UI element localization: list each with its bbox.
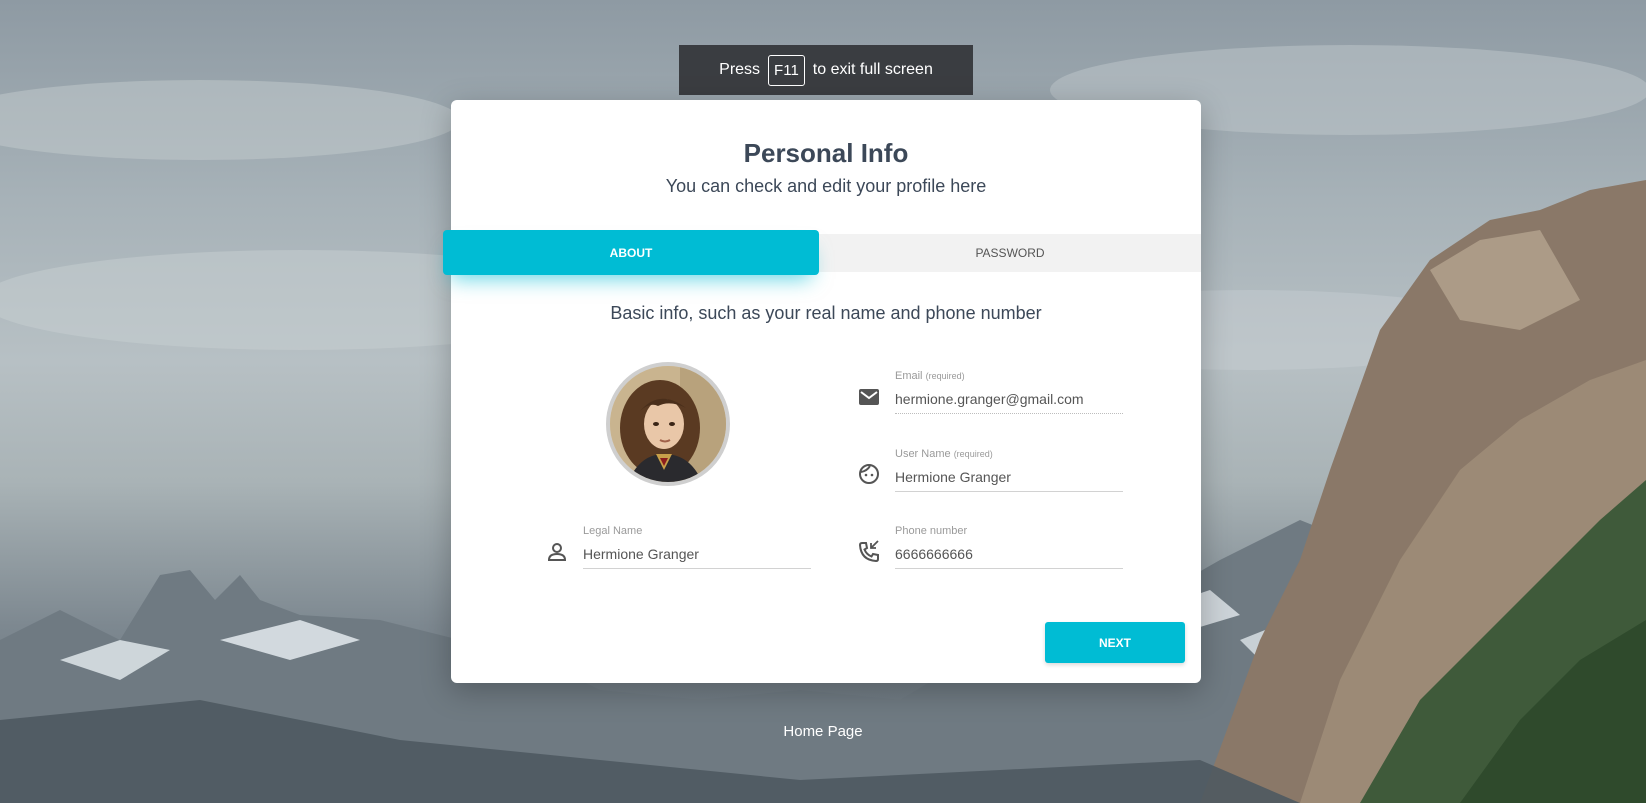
fullscreen-notice: Press F11 to exit full screen [679, 45, 973, 95]
phone-field: Phone number [895, 525, 1123, 569]
username-input[interactable] [895, 462, 1123, 492]
card-title: Personal Info [743, 138, 909, 168]
fullscreen-notice-suffix: to exit full screen [812, 61, 933, 78]
legal-name-field: Legal Name [583, 525, 811, 569]
fullscreen-notice-prefix: Press [719, 61, 761, 78]
mail-icon [859, 389, 879, 405]
card-subtitle: You can check and edit your profile here [665, 176, 987, 196]
legal-name-input[interactable] [583, 539, 811, 569]
tab-about[interactable]: ABOUT [443, 230, 819, 275]
phone-icon [858, 540, 879, 563]
email-label: Email (required) [895, 370, 965, 382]
next-button[interactable]: NEXT [1045, 622, 1185, 663]
phone-label: Phone number [895, 525, 968, 537]
username-field: User Name (required) [895, 448, 1123, 492]
tab-password[interactable]: PASSWORD [819, 234, 1201, 272]
avatar-photo [610, 366, 726, 482]
avatar[interactable] [606, 362, 730, 486]
f11-key-label: F11 [768, 54, 805, 86]
legal-name-label: Legal Name [583, 525, 643, 537]
person-icon [547, 543, 567, 561]
email-input[interactable] [895, 384, 1123, 414]
phone-input[interactable] [895, 539, 1123, 569]
home-page-link[interactable]: Home Page [0, 723, 1646, 740]
email-field: Email (required) [895, 370, 1123, 414]
personal-info-card: Personal Info You can check and edit you… [443, 100, 1201, 683]
username-label: User Name (required) [895, 448, 993, 460]
section-description: Basic info, such as your real name and p… [610, 303, 1042, 323]
face-icon [859, 464, 879, 484]
